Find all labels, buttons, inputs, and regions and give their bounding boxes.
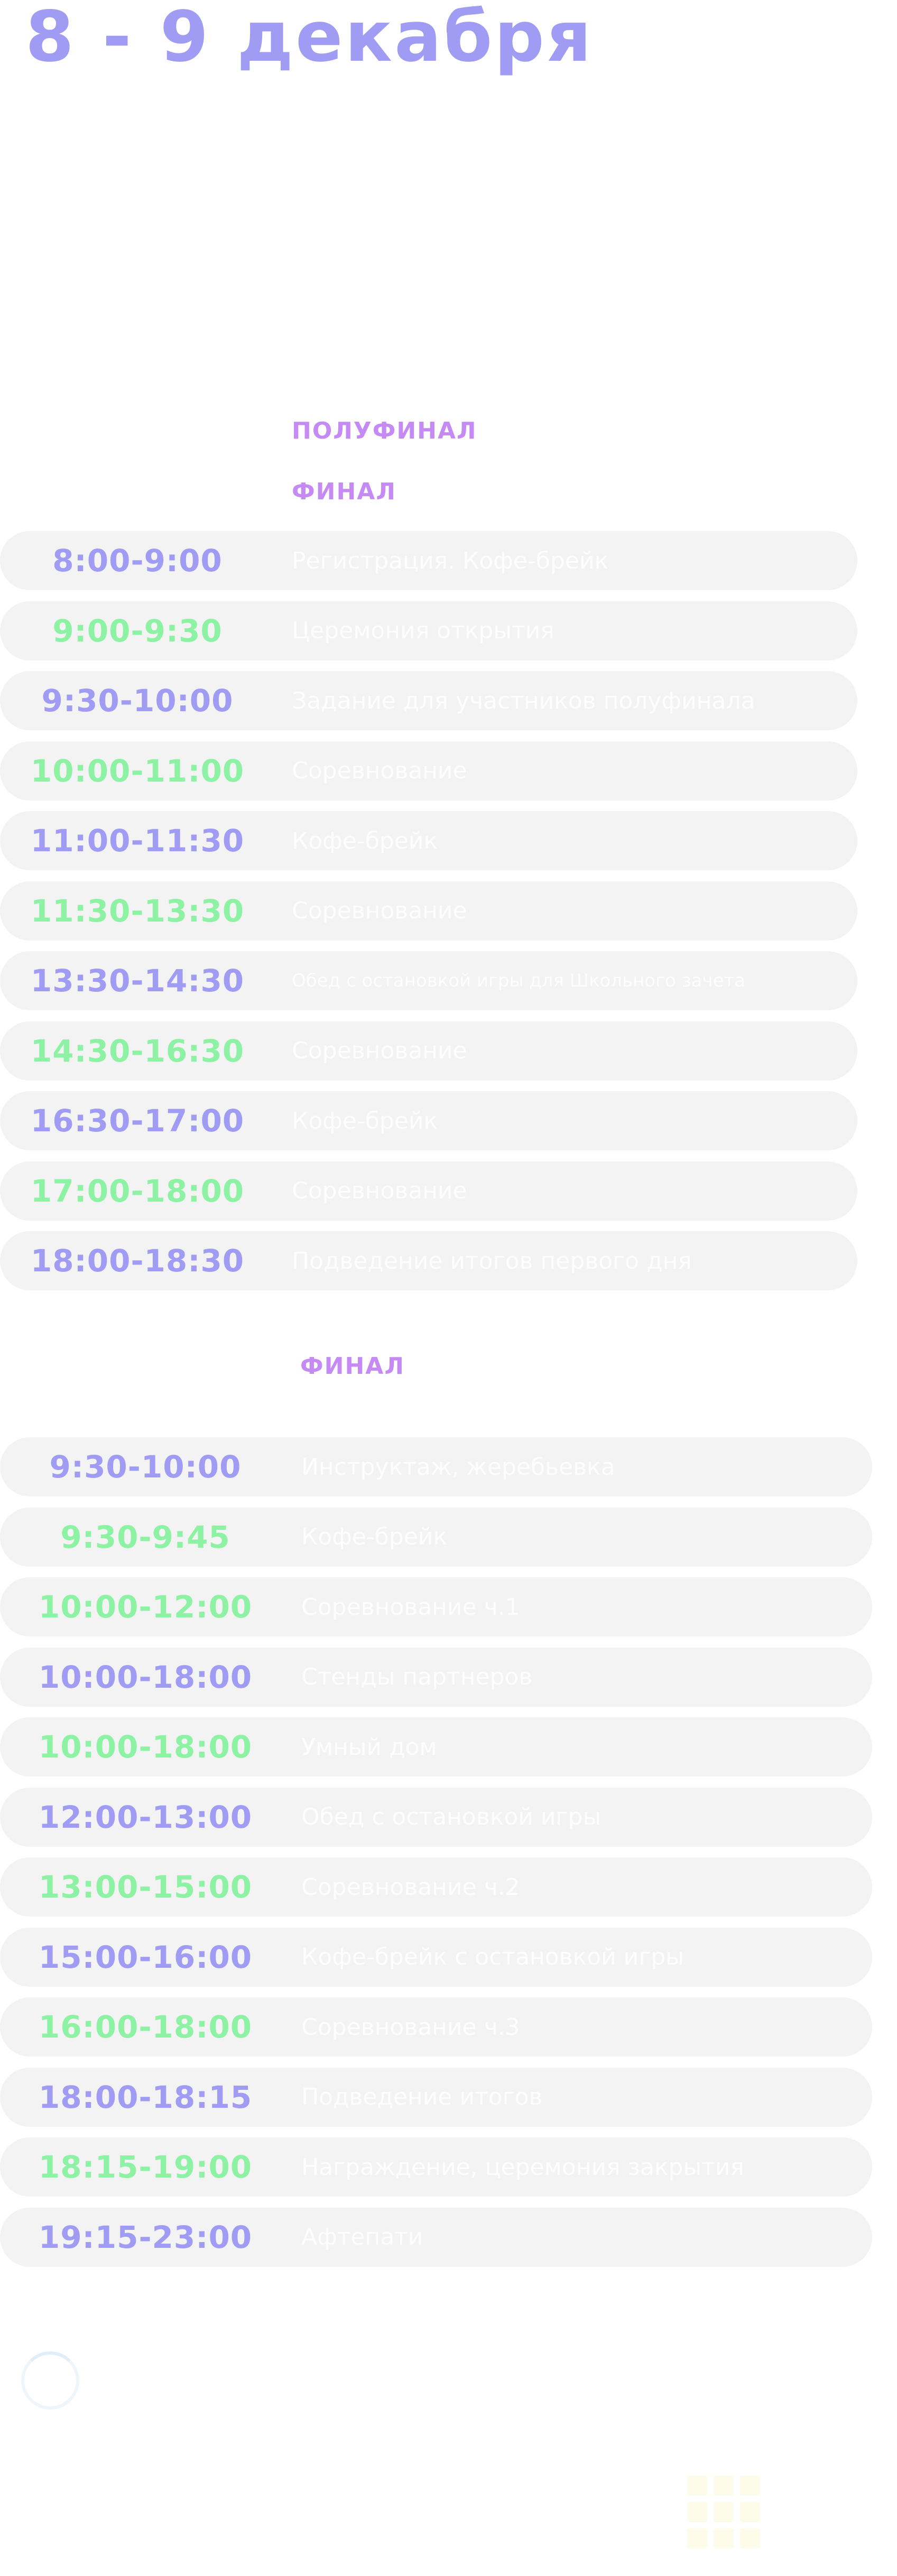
schedule-time: 17:00-18:00 xyxy=(30,1173,245,1209)
page-title: 8 - 9 декабря xyxy=(25,0,594,78)
schedule-description: Регистрация. Кофе-брейк xyxy=(292,547,609,574)
schedule-description: Задание для участников полуфинала xyxy=(292,687,755,714)
schedule-row: 16:30-17:00 Кофе-брейк xyxy=(0,1091,857,1150)
schedule-time: 13:30-14:30 xyxy=(30,963,245,999)
schedule-description: Соревнование ч.1 xyxy=(301,1593,520,1621)
schedule-day-2: 9:30-10:00 Инструктаж, жеребьевка 9:30-9:4… xyxy=(0,1437,872,2277)
schedule-description: Соревнование xyxy=(292,757,467,784)
schedule-row: 12:00-13:00 Обед с остановкой игры xyxy=(0,1787,872,1847)
schedule-row: 18:15-19:00 Награждение, церемония закрыт… xyxy=(0,2137,872,2197)
schedule-description: Соревнование ч.3 xyxy=(301,2013,520,2041)
schedule-time: 16:30-17:00 xyxy=(30,1103,245,1139)
schedule-row: 10:00-18:00 Умный дом xyxy=(0,1717,872,1777)
schedule-row: 9:30-9:45 Кофе-брейк xyxy=(0,1507,872,1567)
grid-pattern-icon xyxy=(687,2476,760,2549)
section-label-final: ФИНАЛ xyxy=(292,478,396,505)
schedule-description: Соревнование xyxy=(292,897,467,924)
schedule-time: 9:30-10:00 xyxy=(49,1449,242,1485)
schedule-description: Обед с остановкой игры xyxy=(301,1803,602,1830)
schedule-row: 10:00-12:00 Соревнование ч.1 xyxy=(0,1577,872,1636)
schedule-row: 17:00-18:00 Соревнование xyxy=(0,1161,857,1221)
schedule-time: 18:15-19:00 xyxy=(38,2149,253,2185)
schedule-time: 9:30-10:00 xyxy=(41,683,234,719)
schedule-row: 13:30-14:30 Обед с остановкой игры для Шк… xyxy=(0,951,857,1010)
schedule-description: Кофе-брейк xyxy=(292,1107,438,1134)
schedule-time: 10:00-18:00 xyxy=(38,1729,253,1765)
schedule-row: 10:00-18:00 Стенды партнеров xyxy=(0,1647,872,1707)
schedule-description: Кофе-брейк xyxy=(292,827,438,854)
schedule-time: 11:30-13:30 xyxy=(30,892,245,929)
section-label-final-day-2: ФИНАЛ xyxy=(300,1353,405,1380)
schedule-time: 10:00-12:00 xyxy=(38,1589,253,1625)
schedule-description: Афтепати xyxy=(301,2224,423,2250)
schedule-time: 10:00-11:00 xyxy=(30,752,245,789)
schedule-description: Соревнование ч.2 xyxy=(301,1873,520,1901)
schedule-time: 18:00-18:30 xyxy=(30,1243,245,1279)
loading-spinner-icon xyxy=(21,2351,79,2410)
schedule-time: 18:00-18:15 xyxy=(38,2079,253,2115)
schedule-row: 11:00-11:30 Кофе-брейк xyxy=(0,811,857,870)
schedule-row: 15:00-16:00 Кофе-брейк с остановкой игры xyxy=(0,1927,872,1987)
schedule-row: 19:15-23:00 Афтепати xyxy=(0,2207,872,2267)
schedule-time: 9:30-9:45 xyxy=(60,1519,230,1555)
schedule-description: Обед с остановкой игры для Школьного зач… xyxy=(292,970,746,991)
schedule-time: 12:00-13:00 xyxy=(38,1799,253,1835)
schedule-row: 10:00-11:00 Соревнование xyxy=(0,741,857,801)
schedule-row: 18:00-18:15 Подведение итогов xyxy=(0,2067,872,2127)
schedule-description: Инструктаж, жеребьевка xyxy=(301,1453,615,1481)
schedule-description: Кофе-брейк с остановкой игры xyxy=(301,1943,684,1970)
schedule-description: Кофе-брейк xyxy=(301,1523,448,1550)
schedule-description: Умный дом xyxy=(301,1733,437,1761)
schedule-time: 19:15-23:00 xyxy=(38,2219,253,2255)
schedule-row: 13:00-15:00 Соревнование ч.2 xyxy=(0,1857,872,1917)
schedule-day-1: 8:00-9:00 Регистрация. Кофе-брейк 9:00-9:3… xyxy=(0,531,857,1301)
schedule-description: Подведение итогов первого дня xyxy=(292,1247,692,1275)
schedule-description: Соревнование xyxy=(292,1177,467,1204)
section-label-semifinal: ПОЛУФИНАЛ xyxy=(292,417,477,444)
schedule-description: Подведение итогов xyxy=(301,2084,543,2110)
schedule-row: 18:00-18:30 Подведение итогов первого дня xyxy=(0,1231,857,1290)
schedule-description: Соревнование xyxy=(292,1037,467,1064)
schedule-description: Награждение, церемония закрытия xyxy=(301,2153,744,2181)
schedule-time: 15:00-16:00 xyxy=(38,1939,253,1975)
schedule-time: 14:30-16:30 xyxy=(30,1033,245,1069)
schedule-row: 11:30-13:30 Соревнование xyxy=(0,881,857,941)
schedule-row: 9:30-10:00 Инструктаж, жеребьевка xyxy=(0,1437,872,1496)
schedule-row: 16:00-18:00 Соревнование ч.3 xyxy=(0,1997,872,2057)
schedule-row: 8:00-9:00 Регистрация. Кофе-брейк xyxy=(0,531,857,590)
schedule-row: 9:30-10:00 Задание для участников полуфин… xyxy=(0,671,857,730)
schedule-time: 10:00-18:00 xyxy=(38,1659,253,1695)
schedule-time: 9:00-9:30 xyxy=(52,612,223,649)
schedule-description: Стенды партнеров xyxy=(301,1663,533,1690)
schedule-row: 9:00-9:30 Церемония открытия xyxy=(0,601,857,661)
schedule-time: 11:00-11:30 xyxy=(30,823,245,859)
schedule-time: 13:00-15:00 xyxy=(38,1869,253,1905)
schedule-row: 14:30-16:30 Соревнование xyxy=(0,1021,857,1081)
schedule-description: Церемония открытия xyxy=(292,617,554,644)
schedule-time: 8:00-9:00 xyxy=(52,543,223,579)
schedule-time: 16:00-18:00 xyxy=(38,2009,253,2045)
